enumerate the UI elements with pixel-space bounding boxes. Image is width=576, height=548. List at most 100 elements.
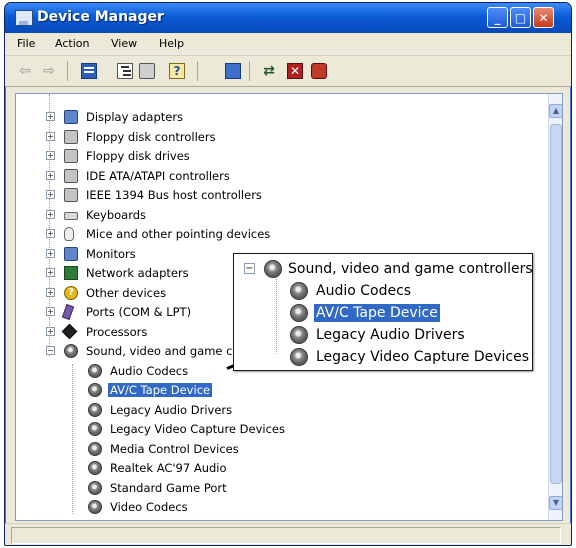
tree-category-row[interactable]: + Display adapters	[16, 108, 536, 126]
expand-toggle[interactable]: +	[46, 209, 55, 219]
tree-device-row[interactable]: Media Control Devices	[16, 440, 536, 458]
sound-device-icon	[88, 480, 102, 495]
tree-device-row[interactable]: Legacy Audio Drivers	[16, 401, 536, 419]
tree-device-row[interactable]: Legacy Video Capture Devices	[16, 420, 536, 438]
tree-device-row[interactable]: Realtek AC'97 Audio	[16, 459, 536, 477]
scroll-down-button[interactable]: ▼	[549, 496, 562, 510]
sound-device-icon	[290, 348, 308, 366]
expand-toggle[interactable]: +	[46, 307, 55, 316]
device-manager-icon	[15, 10, 33, 26]
expand-toggle[interactable]: −	[46, 346, 55, 355]
callout-device-row[interactable]: Legacy Audio Drivers	[234, 324, 530, 346]
toolbar-separator	[249, 61, 250, 81]
help-icon[interactable]: ?	[169, 63, 185, 79]
tree-device-label: Video Codecs	[110, 500, 188, 514]
menu-help[interactable]: Help	[159, 37, 184, 50]
menu-bar: File Action View Help	[5, 33, 571, 56]
tree-device-label: Realtek AC'97 Audio	[110, 461, 227, 475]
title-bar[interactable]: Device Manager _ □ ✕	[5, 3, 571, 33]
close-button[interactable]: ✕	[533, 7, 554, 28]
callout-device-row[interactable]: Audio Codecs	[234, 280, 530, 302]
expand-toggle[interactable]: +	[46, 131, 55, 141]
callout-device-label-selected: AV/C Tape Device	[314, 304, 440, 322]
forward-arrow-icon[interactable]: ⇨	[41, 63, 57, 79]
print-icon[interactable]	[139, 63, 155, 79]
sound-device-icon	[88, 461, 102, 475]
ide-controller-icon	[64, 168, 78, 183]
uninstall-device-icon[interactable]	[311, 63, 327, 79]
expand-toggle[interactable]: +	[46, 248, 55, 258]
expand-toggle[interactable]: +	[46, 170, 55, 180]
tree-view-icon[interactable]	[117, 63, 133, 79]
keyboard-icon	[64, 211, 78, 220]
properties-icon[interactable]	[81, 63, 97, 79]
maximize-button[interactable]: □	[510, 7, 531, 28]
monitor-icon	[64, 110, 78, 124]
other-devices-icon: ?	[64, 285, 78, 300]
tree-device-row[interactable]: Standard Game Port	[16, 479, 536, 497]
tree-device-row[interactable]: Video Codecs	[16, 498, 536, 516]
back-arrow-icon[interactable]: ⇦	[17, 63, 33, 79]
window-title: Device Manager	[37, 9, 164, 25]
expand-toggle[interactable]: +	[46, 112, 55, 121]
sound-device-icon	[88, 500, 102, 514]
tree-category-label: Processors	[86, 324, 148, 339]
tree-category-row[interactable]: + Mice and other pointing devices	[16, 225, 536, 243]
tree-device-label: Legacy Audio Drivers	[110, 402, 233, 417]
expand-toggle[interactable]: +	[46, 151, 55, 160]
expand-toggle[interactable]: −	[244, 263, 255, 274]
tree-device-label-selected: AV/C Tape Device	[108, 383, 213, 397]
callout-category-label: Sound, video and game controllers	[288, 261, 533, 277]
tree-category-row[interactable]: + Keyboards	[16, 206, 536, 224]
tree-category-row[interactable]: + Floppy disk controllers	[16, 128, 536, 146]
scroll-thumb[interactable]	[550, 124, 562, 484]
expand-toggle[interactable]: +	[46, 229, 55, 238]
update-driver-icon[interactable]: ⇄	[261, 63, 277, 79]
expand-toggle[interactable]: +	[46, 268, 55, 277]
callout-device-label: Legacy Audio Drivers	[316, 327, 465, 343]
menu-action[interactable]: Action	[55, 37, 89, 50]
expand-toggle[interactable]: +	[46, 326, 55, 336]
expand-toggle[interactable]: +	[46, 190, 55, 199]
port-icon	[61, 304, 75, 320]
status-bar	[5, 523, 571, 545]
tree-category-label: Floppy disk controllers	[86, 129, 216, 144]
sound-device-icon	[88, 422, 102, 436]
tree-category-label: Network adapters	[86, 266, 189, 280]
callout-device-label: Legacy Video Capture Devices	[316, 349, 530, 365]
toolbar-separator	[197, 61, 198, 81]
zoom-callout: − Sound, video and game controllers Audio …	[233, 253, 533, 371]
sound-device-icon	[290, 304, 308, 322]
scan-hardware-icon[interactable]	[225, 63, 241, 79]
toolbar-separator	[67, 61, 68, 81]
menu-file[interactable]: File	[17, 37, 35, 50]
disable-device-icon[interactable]: ✕	[287, 63, 303, 79]
tree-category-label: IEEE 1394 Bus host controllers	[86, 188, 262, 202]
sound-device-icon	[88, 363, 102, 378]
menu-view[interactable]: View	[111, 37, 137, 50]
minimize-button[interactable]: _	[487, 7, 508, 28]
sound-device-icon	[88, 441, 102, 456]
tree-category-label: Keyboards	[86, 207, 147, 222]
device-manager-window: Device Manager _ □ ✕ File Action View He…	[4, 2, 572, 546]
monitor-icon	[64, 246, 78, 261]
callout-device-label: Audio Codecs	[316, 283, 412, 299]
tree-device-row[interactable]: AV/C Tape Device	[16, 381, 536, 399]
tree-category-label: IDE ATA/ATAPI controllers	[86, 168, 230, 183]
expand-toggle[interactable]: +	[46, 287, 55, 297]
tree-device-label: Media Control Devices	[110, 441, 239, 456]
scroll-up-button[interactable]: ▲	[549, 104, 562, 118]
vertical-scrollbar[interactable]: ▲ ▼	[548, 94, 562, 520]
callout-category-row[interactable]: − Sound, video and game controllers	[234, 258, 533, 280]
tree-device-label: Audio Codecs	[110, 363, 189, 378]
tree-category-row[interactable]: + Floppy disk drives	[16, 147, 536, 165]
mouse-icon	[64, 227, 74, 241]
callout-device-row[interactable]: Legacy Video Capture Devices	[234, 346, 530, 368]
tree-category-row[interactable]: + IEEE 1394 Bus host controllers	[16, 186, 536, 204]
tree-category-label: Floppy disk drives	[86, 149, 190, 163]
tree-category-label: Monitors	[86, 246, 136, 261]
callout-device-row[interactable]: AV/C Tape Device	[234, 302, 530, 324]
tree-category-row[interactable]: + IDE ATA/ATAPI controllers	[16, 167, 536, 185]
tree-category-label: Display adapters	[86, 110, 184, 124]
network-adapter-icon	[64, 266, 78, 280]
